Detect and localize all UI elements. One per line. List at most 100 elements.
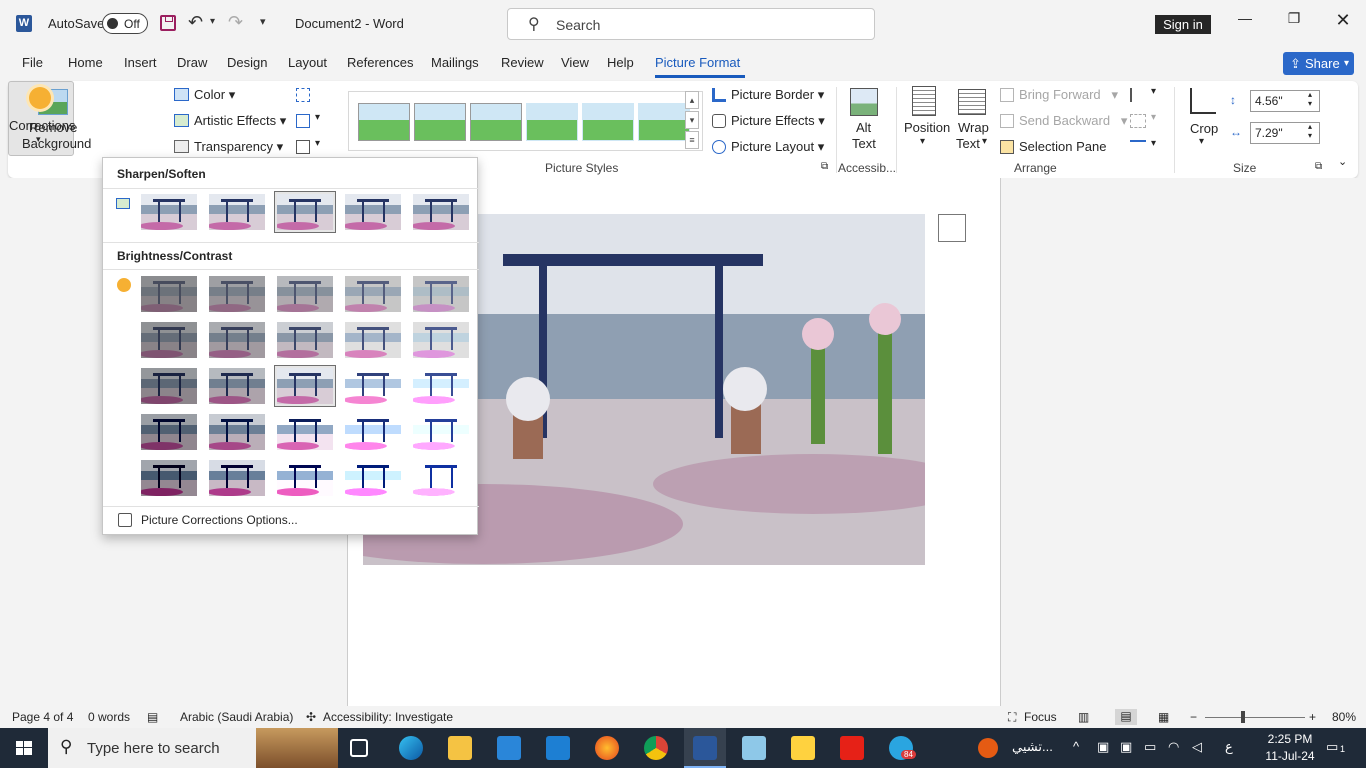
mail-icon[interactable] [546,736,570,760]
tab-layout[interactable]: Layout [288,55,327,70]
tray-app-icon-2[interactable]: ▣ [1120,739,1132,755]
chevron-down-icon[interactable]: ▾ [982,136,987,147]
chrome-icon[interactable] [644,736,668,760]
sharpen-option-3[interactable] [274,191,336,233]
tray-app-icon[interactable]: ▣ [1097,739,1109,755]
brightness-contrast-option-1-3[interactable] [274,273,336,315]
sharpen-option-4[interactable] [342,191,404,233]
read-mode-icon[interactable]: ▥ [1078,710,1089,724]
undo-icon[interactable]: ↶ [188,12,203,33]
brightness-contrast-option-5-1[interactable] [138,457,200,499]
chevron-down-icon[interactable]: ▾ [1199,136,1204,147]
transparency-button[interactable]: Transparency ▾ [194,139,283,155]
chevron-down-icon[interactable]: ▾ [315,138,320,149]
tab-picture-format[interactable]: Picture Format [655,55,740,70]
brightness-contrast-option-2-5[interactable] [410,319,472,361]
zoom-slider-thumb[interactable] [1241,711,1245,723]
volume-icon[interactable]: ◁ [1192,739,1202,755]
save-icon[interactable] [160,15,176,31]
rotate-icon[interactable] [1130,140,1146,154]
reset-picture-icon[interactable] [296,140,310,154]
brightness-contrast-option-2-4[interactable] [342,319,404,361]
brightness-contrast-option-4-3[interactable] [274,411,336,453]
group-icon[interactable] [1130,114,1146,128]
edge-icon[interactable] [399,736,423,760]
customize-qat-icon[interactable]: ▾ [260,15,266,28]
gallery-up-icon[interactable]: ▴ [685,91,699,109]
brightness-contrast-option-4-5[interactable] [410,411,472,453]
minimize-icon[interactable]: — [1232,10,1258,36]
brightness-contrast-option-1-4[interactable] [342,273,404,315]
brightness-contrast-option-5-5[interactable] [410,457,472,499]
crop-icon[interactable] [1190,88,1216,114]
focus-button[interactable]: Focus [1024,710,1057,724]
brightness-contrast-option-3-5[interactable] [410,365,472,407]
weather-icon[interactable] [978,738,998,758]
print-layout-icon[interactable]: ▤ [1115,709,1137,725]
zoom-in-icon[interactable]: + [1309,710,1316,724]
close-icon[interactable]: ✕ [1330,10,1356,36]
wrap-text-label-2[interactable]: Text [956,136,980,151]
sticky-notes-icon[interactable] [791,736,815,760]
sign-in-button[interactable]: Sign in [1155,15,1211,34]
task-view-icon[interactable] [350,739,368,757]
chevron-down-icon[interactable]: ▾ [1151,86,1156,97]
dialog-launcher-icon[interactable]: ⧉ [821,161,828,172]
clock[interactable]: 2:25 PM 11-Jul-24 [1262,731,1318,765]
alt-text-label-1[interactable]: Alt [856,120,871,135]
picture-corrections-options-link[interactable]: Picture Corrections Options... [141,513,298,527]
layout-options-icon[interactable] [938,214,966,242]
position-icon[interactable] [912,86,936,116]
picture-style-4[interactable] [526,103,578,141]
notifications-icon[interactable]: ▭ [1326,739,1338,755]
page-count[interactable]: Page 4 of 4 [12,710,73,724]
chevron-down-icon[interactable]: ▾ [315,112,320,123]
tab-file[interactable]: File [22,55,43,70]
change-picture-icon[interactable] [296,114,310,128]
chevron-down-icon[interactable]: ▾ [920,136,925,147]
file-explorer-icon[interactable] [448,736,472,760]
picture-style-2[interactable] [414,103,466,141]
windows-start-icon[interactable] [0,728,48,768]
picture-style-1[interactable] [358,103,410,141]
redo-icon[interactable]: ↷ [228,12,243,33]
app-icon[interactable] [742,736,766,760]
brightness-contrast-option-3-1[interactable] [138,365,200,407]
tab-help[interactable]: Help [607,55,634,70]
wrap-text-icon[interactable] [958,89,986,115]
language[interactable]: Arabic (Saudi Arabia) [180,710,293,724]
undo-dropdown-icon[interactable]: ▾ [210,16,215,27]
height-spinner-icon[interactable]: ▴ ▾ [1308,90,1312,108]
brightness-contrast-option-5-4[interactable] [342,457,404,499]
tab-home[interactable]: Home [68,55,103,70]
tab-view[interactable]: View [561,55,589,70]
accessibility-status[interactable]: Accessibility: Investigate [323,710,453,724]
gallery-down-icon[interactable]: ▾ [685,111,699,129]
taskbar-search-input[interactable]: ⚲ Type here to search [48,728,338,768]
tab-review[interactable]: Review [501,55,544,70]
alt-text-label-2[interactable]: Text [852,136,876,151]
brightness-contrast-option-1-1[interactable] [138,273,200,315]
search-input[interactable]: ⚲ Search [507,8,875,40]
picture-layout-button[interactable]: Picture Layout ▾ [731,139,824,155]
zoom-out-icon[interactable]: − [1190,710,1197,724]
artistic-effects-button[interactable]: Artistic Effects ▾ [194,113,286,129]
zoom-slider[interactable] [1205,717,1305,718]
brightness-contrast-option-3-2[interactable] [206,365,268,407]
chevron-down-icon[interactable]: ▾ [1151,138,1156,149]
youtube-icon[interactable] [840,736,864,760]
gallery-more-icon[interactable]: ≡ [685,131,699,149]
microsoft-store-icon[interactable] [497,736,521,760]
color-button[interactable]: Color ▾ [194,87,235,103]
brightness-contrast-option-1-5[interactable] [410,273,472,315]
send-backward-button[interactable]: Send Backward ▾ [1019,113,1127,129]
brightness-contrast-option-1-2[interactable] [206,273,268,315]
brightness-contrast-option-4-4[interactable] [342,411,404,453]
firefox-icon[interactable] [595,736,619,760]
brightness-contrast-option-4-1[interactable] [138,411,200,453]
language-indicator[interactable]: ع [1225,739,1233,755]
sharpen-option-1[interactable] [138,191,200,233]
restore-icon[interactable]: ❐ [1281,10,1307,36]
brightness-contrast-option-2-3[interactable] [274,319,336,361]
picture-style-5[interactable] [582,103,634,141]
